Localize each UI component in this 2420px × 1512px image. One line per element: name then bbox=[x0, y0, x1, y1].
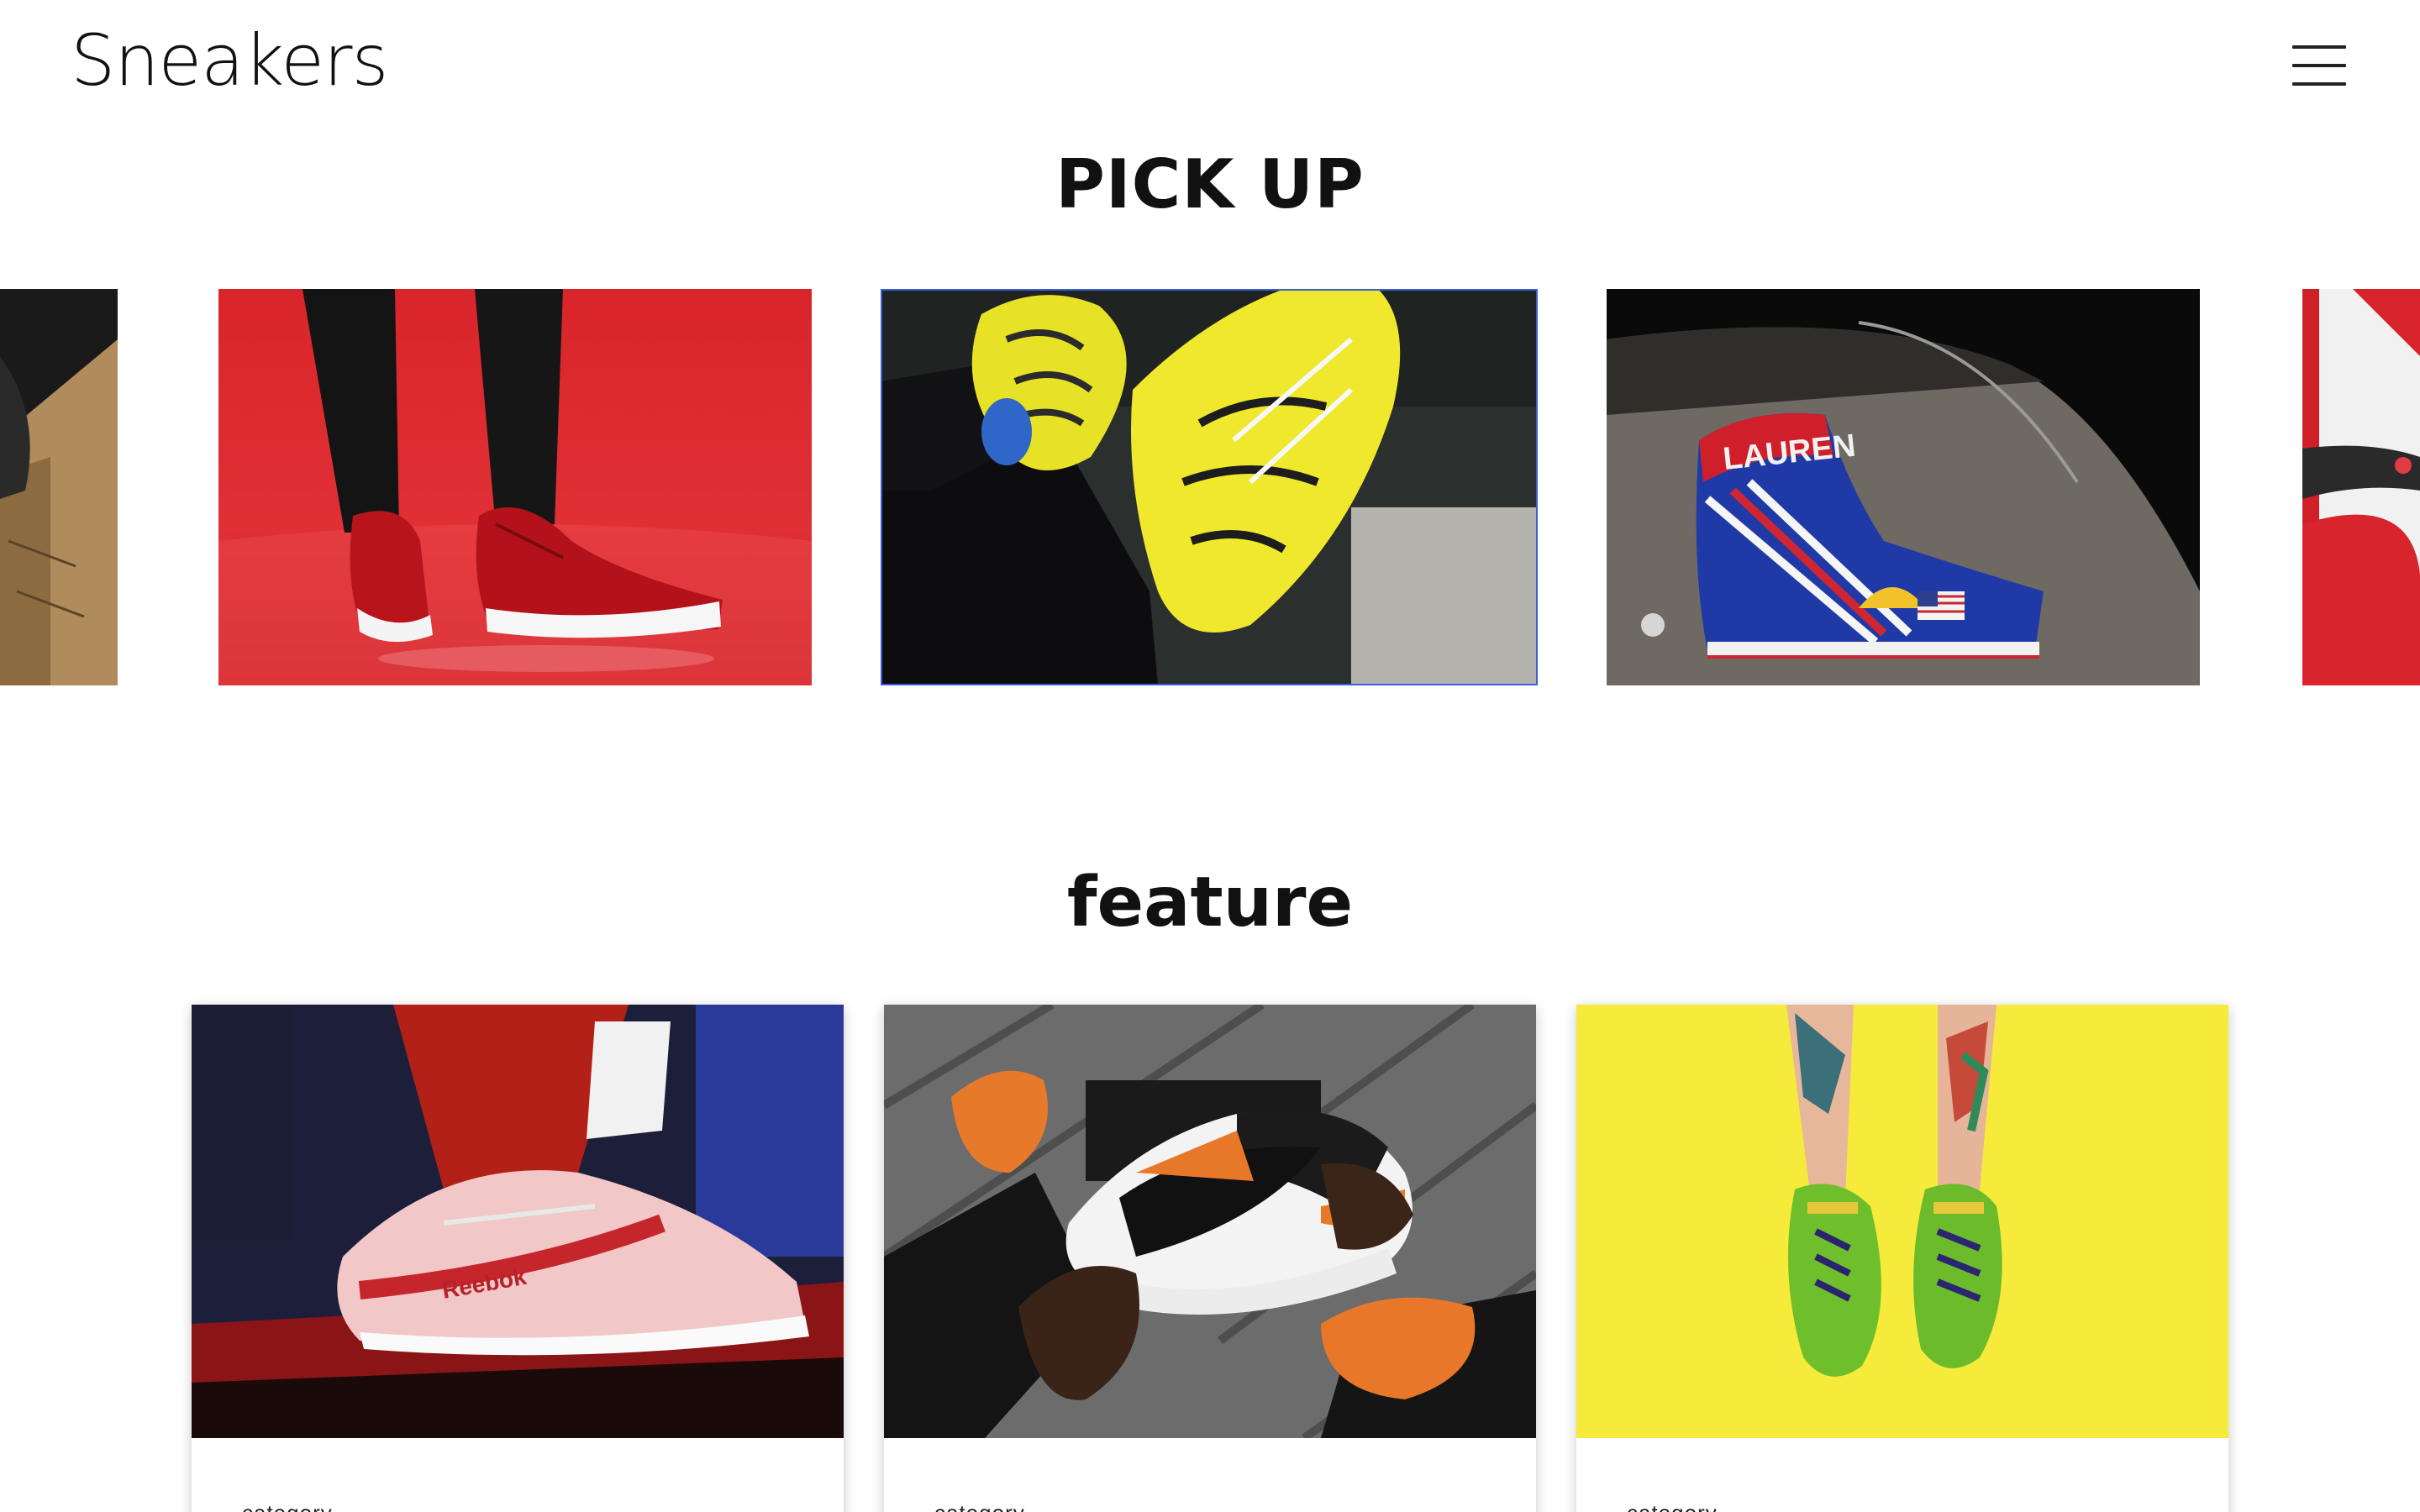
slide-image bbox=[218, 289, 812, 685]
feature-card-2[interactable]: category bbox=[884, 1005, 1536, 1512]
pickup-carousel: LAUREN bbox=[0, 289, 2420, 685]
page: Sneakers PICK UP LAUREN feature Reebok bbox=[0, 0, 2420, 1512]
carousel-slide-lauren-high-top[interactable]: LAUREN bbox=[1607, 289, 2200, 685]
slide-image bbox=[881, 289, 1538, 685]
card-category: category bbox=[242, 1500, 333, 1512]
feature-card-image bbox=[1576, 1005, 2228, 1438]
carousel-slide-red-sneakers[interactable] bbox=[218, 289, 812, 685]
site-logo[interactable]: Sneakers bbox=[71, 25, 388, 96]
feature-title: feature bbox=[1066, 863, 1354, 942]
pickup-title: PICK UP bbox=[1055, 145, 1365, 223]
carousel-slide-partial-left[interactable] bbox=[0, 289, 118, 685]
hamburger-menu-icon[interactable] bbox=[2292, 45, 2346, 87]
slide-image bbox=[2302, 289, 2420, 685]
carousel-slide-yellow-sneakers[interactable] bbox=[881, 289, 1538, 685]
feature-card-3[interactable]: category bbox=[1576, 1005, 2228, 1512]
menu-line bbox=[2292, 82, 2346, 86]
slide-image: LAUREN bbox=[1607, 289, 2200, 685]
menu-line bbox=[2292, 64, 2346, 67]
carousel-slide-partial-right[interactable] bbox=[2302, 289, 2420, 685]
card-category: category bbox=[934, 1500, 1025, 1512]
feature-card-image: Reebok bbox=[192, 1005, 844, 1438]
feature-card-image bbox=[884, 1005, 1536, 1438]
menu-line bbox=[2292, 45, 2346, 49]
card-category: category bbox=[1627, 1500, 1718, 1512]
feature-card-1[interactable]: Reebok category bbox=[192, 1005, 844, 1512]
slide-image bbox=[0, 289, 118, 685]
